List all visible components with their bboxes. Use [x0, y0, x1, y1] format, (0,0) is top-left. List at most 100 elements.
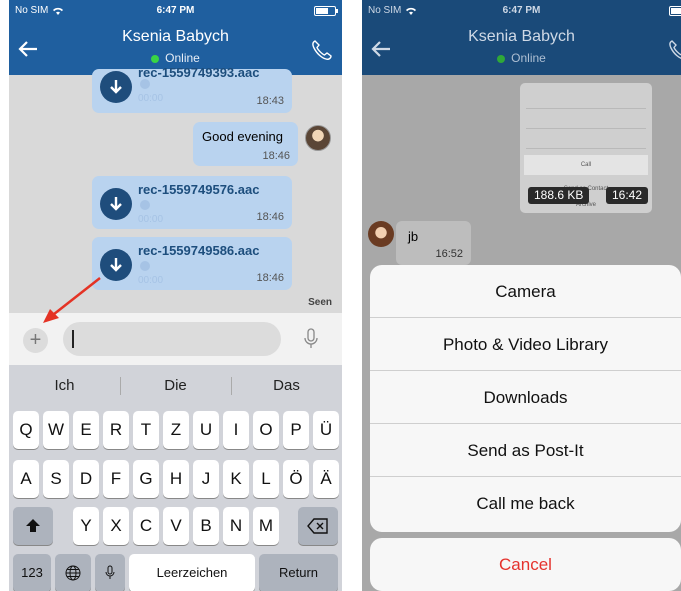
- key-u[interactable]: U: [193, 411, 219, 449]
- key-z[interactable]: Z: [163, 411, 189, 449]
- return-key[interactable]: Return: [259, 554, 338, 591]
- key-y[interactable]: Y: [73, 507, 99, 545]
- battery-icon: [669, 6, 681, 16]
- key-ü[interactable]: Ü: [313, 411, 339, 449]
- text-message[interactable]: jb 16:52: [396, 221, 471, 265]
- message-time: 18:46: [256, 272, 284, 284]
- download-button[interactable]: [100, 71, 132, 103]
- contact-status: Online: [165, 51, 200, 65]
- key-a[interactable]: A: [13, 460, 39, 498]
- avatar[interactable]: [368, 221, 394, 247]
- contact-name[interactable]: Ksenia Babych: [362, 28, 681, 46]
- suggestion-item[interactable]: Das: [231, 365, 342, 407]
- online-dot-icon: [497, 54, 506, 63]
- key-i[interactable]: I: [223, 411, 249, 449]
- audio-filename: rec-1559749393.aac: [138, 65, 260, 80]
- key-k[interactable]: K: [223, 460, 249, 498]
- contact-name[interactable]: Ksenia Babych: [9, 28, 342, 46]
- audio-message[interactable]: rec-1559749393.aac 00:00 18:43: [92, 65, 292, 113]
- attachment-time-badge: 16:42: [606, 187, 649, 204]
- key-o[interactable]: O: [253, 411, 279, 449]
- suggestion-item[interactable]: Die: [120, 365, 231, 407]
- right-screen: No SIM 6:47 PM Ksenia Babych Online Call…: [362, 0, 681, 591]
- download-button[interactable]: [100, 249, 132, 281]
- message-list[interactable]: rec-1559749393.aac 00:00 18:43 Good even…: [9, 65, 342, 313]
- text-message[interactable]: Good evening 18:46: [193, 122, 298, 166]
- message-field[interactable]: [63, 322, 281, 356]
- key-s[interactable]: S: [43, 460, 69, 498]
- backspace-key[interactable]: [298, 507, 338, 545]
- option-call-me-back[interactable]: Call me back: [370, 477, 681, 530]
- option-downloads[interactable]: Downloads: [370, 371, 681, 424]
- suggestion-bar: Ich Die Das: [9, 365, 342, 407]
- option-send-post-it[interactable]: Send as Post-It: [370, 424, 681, 477]
- progress-dot: [140, 261, 150, 271]
- chat-header: No SIM 6:47 PM Ksenia Babych Online: [362, 0, 681, 75]
- key-n[interactable]: N: [223, 507, 249, 545]
- dictation-key[interactable]: [95, 554, 125, 591]
- key-f[interactable]: F: [103, 460, 129, 498]
- key-p[interactable]: P: [283, 411, 309, 449]
- left-screen: No SIM 6:47 PM Ksenia Babych Online rec-…: [9, 0, 342, 591]
- chat-header: No SIM 6:47 PM Ksenia Babych Online: [9, 0, 342, 75]
- message-time: 18:46: [256, 211, 284, 223]
- key-t[interactable]: T: [133, 411, 159, 449]
- key-v[interactable]: V: [163, 507, 189, 545]
- key-d[interactable]: D: [73, 460, 99, 498]
- keyboard: Ich Die Das QWERTZUIOPÜ ASDFGHJKLÖÄ YXCVBN…: [9, 365, 342, 591]
- key-l[interactable]: L: [253, 460, 279, 498]
- key-h[interactable]: H: [163, 460, 189, 498]
- numbers-key[interactable]: 123: [13, 554, 51, 591]
- space-key[interactable]: Leerzeichen: [129, 554, 255, 591]
- phone-call-icon[interactable]: [667, 38, 681, 62]
- key-e[interactable]: E: [73, 411, 99, 449]
- audio-filename: rec-1559749586.aac: [138, 243, 260, 258]
- key-q[interactable]: Q: [13, 411, 39, 449]
- battery-icon: [314, 6, 338, 16]
- avatar[interactable]: [305, 125, 331, 151]
- shift-key[interactable]: [13, 507, 53, 545]
- status-time: 6:47 PM: [502, 5, 541, 16]
- key-x[interactable]: X: [103, 507, 129, 545]
- action-sheet: Camera Photo & Video Library Downloads S…: [370, 265, 681, 532]
- message-input[interactable]: [63, 322, 281, 356]
- message-time: 16:52: [435, 248, 463, 260]
- progress-dot: [140, 79, 150, 89]
- backspace-icon: [307, 518, 328, 534]
- audio-message[interactable]: rec-1559749586.aac 00:00 18:46: [92, 237, 292, 290]
- key-r[interactable]: R: [103, 411, 129, 449]
- key-b[interactable]: B: [193, 507, 219, 545]
- phone-call-icon[interactable]: [310, 38, 334, 62]
- option-camera[interactable]: Camera: [370, 265, 681, 318]
- text-caret: [72, 330, 74, 348]
- composer-bar: +: [9, 313, 342, 365]
- seen-indicator: Seen: [308, 297, 332, 308]
- key-ä[interactable]: Ä: [313, 460, 339, 498]
- thumbnail-call-label: Call: [524, 155, 648, 175]
- progress-dot: [140, 200, 150, 210]
- status-bar: No SIM 6:47 PM: [9, 0, 342, 20]
- audio-duration: 00:00: [138, 275, 164, 286]
- key-w[interactable]: W: [43, 411, 69, 449]
- suggestion-item[interactable]: Ich: [9, 365, 120, 407]
- shift-arrow-icon: [26, 519, 40, 532]
- microphone-icon: [105, 565, 115, 579]
- attach-plus-button[interactable]: +: [23, 328, 48, 353]
- key-ö[interactable]: Ö: [283, 460, 309, 498]
- key-j[interactable]: J: [193, 460, 219, 498]
- key-m[interactable]: M: [253, 507, 279, 545]
- download-button[interactable]: [100, 188, 132, 220]
- key-g[interactable]: G: [133, 460, 159, 498]
- file-size-badge: 188.6 KB: [528, 187, 590, 204]
- option-photo-library[interactable]: Photo & Video Library: [370, 318, 681, 371]
- key-c[interactable]: C: [133, 507, 159, 545]
- audio-duration: 00:00: [138, 93, 164, 104]
- message-time: 18:43: [256, 95, 284, 107]
- online-dot-icon: [151, 54, 160, 63]
- microphone-icon[interactable]: [303, 327, 319, 351]
- cancel-button[interactable]: Cancel: [370, 538, 681, 591]
- globe-key[interactable]: [55, 554, 91, 591]
- audio-message[interactable]: rec-1559749576.aac 00:00 18:46: [92, 176, 292, 229]
- globe-icon: [65, 565, 81, 581]
- message-text: Good evening: [202, 129, 283, 144]
